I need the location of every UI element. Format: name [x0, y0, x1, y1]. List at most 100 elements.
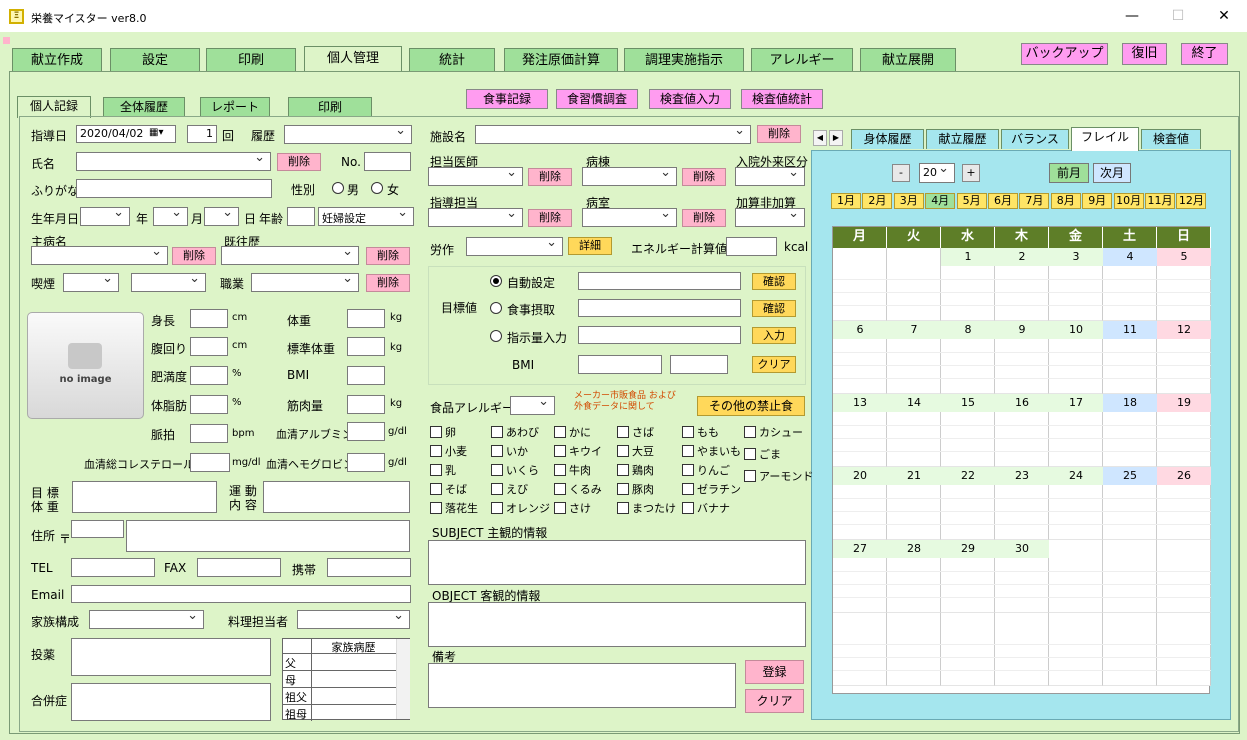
facility-delete-button[interactable]: 削除 [757, 125, 801, 143]
mobile-field[interactable] [327, 558, 411, 577]
meal-record-button[interactable]: 食事記録 [466, 89, 548, 109]
female-radio[interactable] [371, 182, 383, 194]
allergen-checkbox[interactable] [682, 445, 694, 457]
subtab-print[interactable]: 印刷 [288, 97, 372, 117]
month-button-7[interactable]: 7月 [1019, 193, 1050, 209]
allergen-checkbox[interactable] [491, 445, 503, 457]
month-button-11[interactable]: 11月 [1145, 193, 1175, 209]
maximize-button[interactable]: ☐ [1155, 0, 1201, 32]
instructor-delete-button[interactable]: 削除 [528, 209, 572, 227]
labor-select[interactable] [466, 235, 563, 256]
history-select[interactable] [284, 123, 412, 144]
smoking-select-2[interactable] [131, 271, 206, 292]
allergen-checkbox[interactable] [682, 483, 694, 495]
birth-month-select[interactable] [153, 205, 188, 226]
test-input-button[interactable]: 検査値入力 [649, 89, 731, 109]
std-weight-field[interactable] [347, 337, 385, 356]
allergen-checkbox[interactable] [554, 483, 566, 495]
tab-scroll-right[interactable]: ▶ [829, 130, 843, 146]
rtab-frail[interactable]: フレイル [1071, 127, 1139, 151]
habit-survey-button[interactable]: 食習慣調査 [556, 89, 638, 109]
doctor-delete-button[interactable]: 削除 [528, 168, 572, 186]
muscle-field[interactable] [347, 395, 385, 414]
job-select[interactable] [251, 271, 359, 292]
allergen-checkbox[interactable] [430, 426, 442, 438]
room-delete-button[interactable]: 削除 [682, 209, 726, 227]
disease-delete-button[interactable]: 削除 [172, 247, 216, 265]
instruct-input-button[interactable]: 入力 [752, 327, 796, 344]
cook-select[interactable] [297, 608, 410, 629]
allergen-checkbox[interactable] [554, 426, 566, 438]
year-select[interactable]: 20 [919, 161, 955, 183]
allergen-checkbox[interactable] [617, 445, 629, 457]
obesity-field[interactable] [190, 366, 228, 385]
allergen-checkbox[interactable] [682, 502, 694, 514]
exit-button[interactable]: 終了 [1181, 43, 1228, 65]
month-button-6[interactable]: 6月 [988, 193, 1018, 209]
meal-field[interactable] [578, 299, 741, 317]
clear-button[interactable]: クリア [745, 689, 804, 713]
month-button-5[interactable]: 5月 [956, 193, 987, 209]
address-field[interactable] [126, 520, 410, 552]
inout-select[interactable] [735, 165, 805, 186]
complication-field[interactable] [71, 683, 271, 721]
allergen-checkbox[interactable] [682, 426, 694, 438]
year-minus-button[interactable]: - [892, 164, 910, 182]
bmi-field[interactable] [347, 366, 385, 385]
name-select[interactable] [76, 150, 271, 171]
backup-button[interactable]: バックアップ [1021, 43, 1108, 65]
allergen-checkbox[interactable] [491, 426, 503, 438]
allergen-checkbox[interactable] [744, 470, 756, 482]
disease-select[interactable] [31, 244, 168, 265]
tel-field[interactable] [71, 558, 155, 577]
waist-field[interactable] [190, 337, 228, 356]
rtab-test-values[interactable]: 検査値 [1141, 129, 1201, 149]
allergy-select[interactable] [510, 394, 555, 415]
allergen-checkbox[interactable] [617, 502, 629, 514]
test-stats-button[interactable]: 検査値統計 [741, 89, 823, 109]
labor-detail-button[interactable]: 詳細 [568, 237, 612, 255]
exercise-field[interactable] [263, 481, 410, 513]
tab-personal[interactable]: 個人管理 [304, 46, 402, 74]
auto-confirm-button[interactable]: 確認 [752, 273, 796, 290]
height-field[interactable] [190, 309, 228, 328]
room-select[interactable] [582, 206, 677, 227]
smoking-select-1[interactable] [63, 271, 119, 292]
no-field[interactable] [364, 152, 411, 171]
meal-radio[interactable] [490, 302, 502, 314]
medication-field[interactable] [71, 638, 271, 676]
allergen-checkbox[interactable] [491, 483, 503, 495]
job-delete-button[interactable]: 削除 [366, 274, 410, 292]
doctor-select[interactable] [428, 165, 523, 186]
allergen-checkbox[interactable] [491, 464, 503, 476]
allergen-checkbox[interactable] [617, 426, 629, 438]
restore-button[interactable]: 復旧 [1122, 43, 1167, 65]
month-button-3[interactable]: 3月 [893, 193, 924, 209]
age-field[interactable] [287, 207, 315, 226]
allergen-checkbox[interactable] [554, 502, 566, 514]
albumin-field[interactable] [347, 422, 385, 441]
subtab-personal-record[interactable]: 個人記録 [17, 96, 91, 118]
allergen-checkbox[interactable] [430, 502, 442, 514]
allergen-checkbox[interactable] [430, 445, 442, 457]
hemoglobin-field[interactable] [347, 453, 385, 472]
kana-field[interactable] [76, 179, 272, 198]
allergen-checkbox[interactable] [617, 483, 629, 495]
postal-field[interactable] [71, 520, 124, 538]
register-button[interactable]: 登録 [745, 660, 804, 684]
allergen-checkbox[interactable] [682, 464, 694, 476]
male-radio[interactable] [332, 182, 344, 194]
close-button[interactable]: ✕ [1201, 0, 1247, 32]
rtab-balance[interactable]: バランス [1001, 129, 1069, 149]
cholesterol-field[interactable] [190, 453, 230, 472]
minimize-button[interactable]: — [1109, 0, 1155, 32]
allergen-checkbox[interactable] [554, 445, 566, 457]
middle-bmi-field-1[interactable] [578, 355, 662, 374]
next-month-button[interactable]: 次月 [1093, 163, 1131, 183]
calendar-icon[interactable]: ▦▾ [149, 127, 163, 138]
month-button-10[interactable]: 10月 [1113, 193, 1144, 209]
past-history-select[interactable] [221, 244, 359, 265]
addition-select[interactable] [735, 206, 805, 227]
allergen-checkbox[interactable] [430, 483, 442, 495]
past-delete-button[interactable]: 削除 [366, 247, 410, 265]
